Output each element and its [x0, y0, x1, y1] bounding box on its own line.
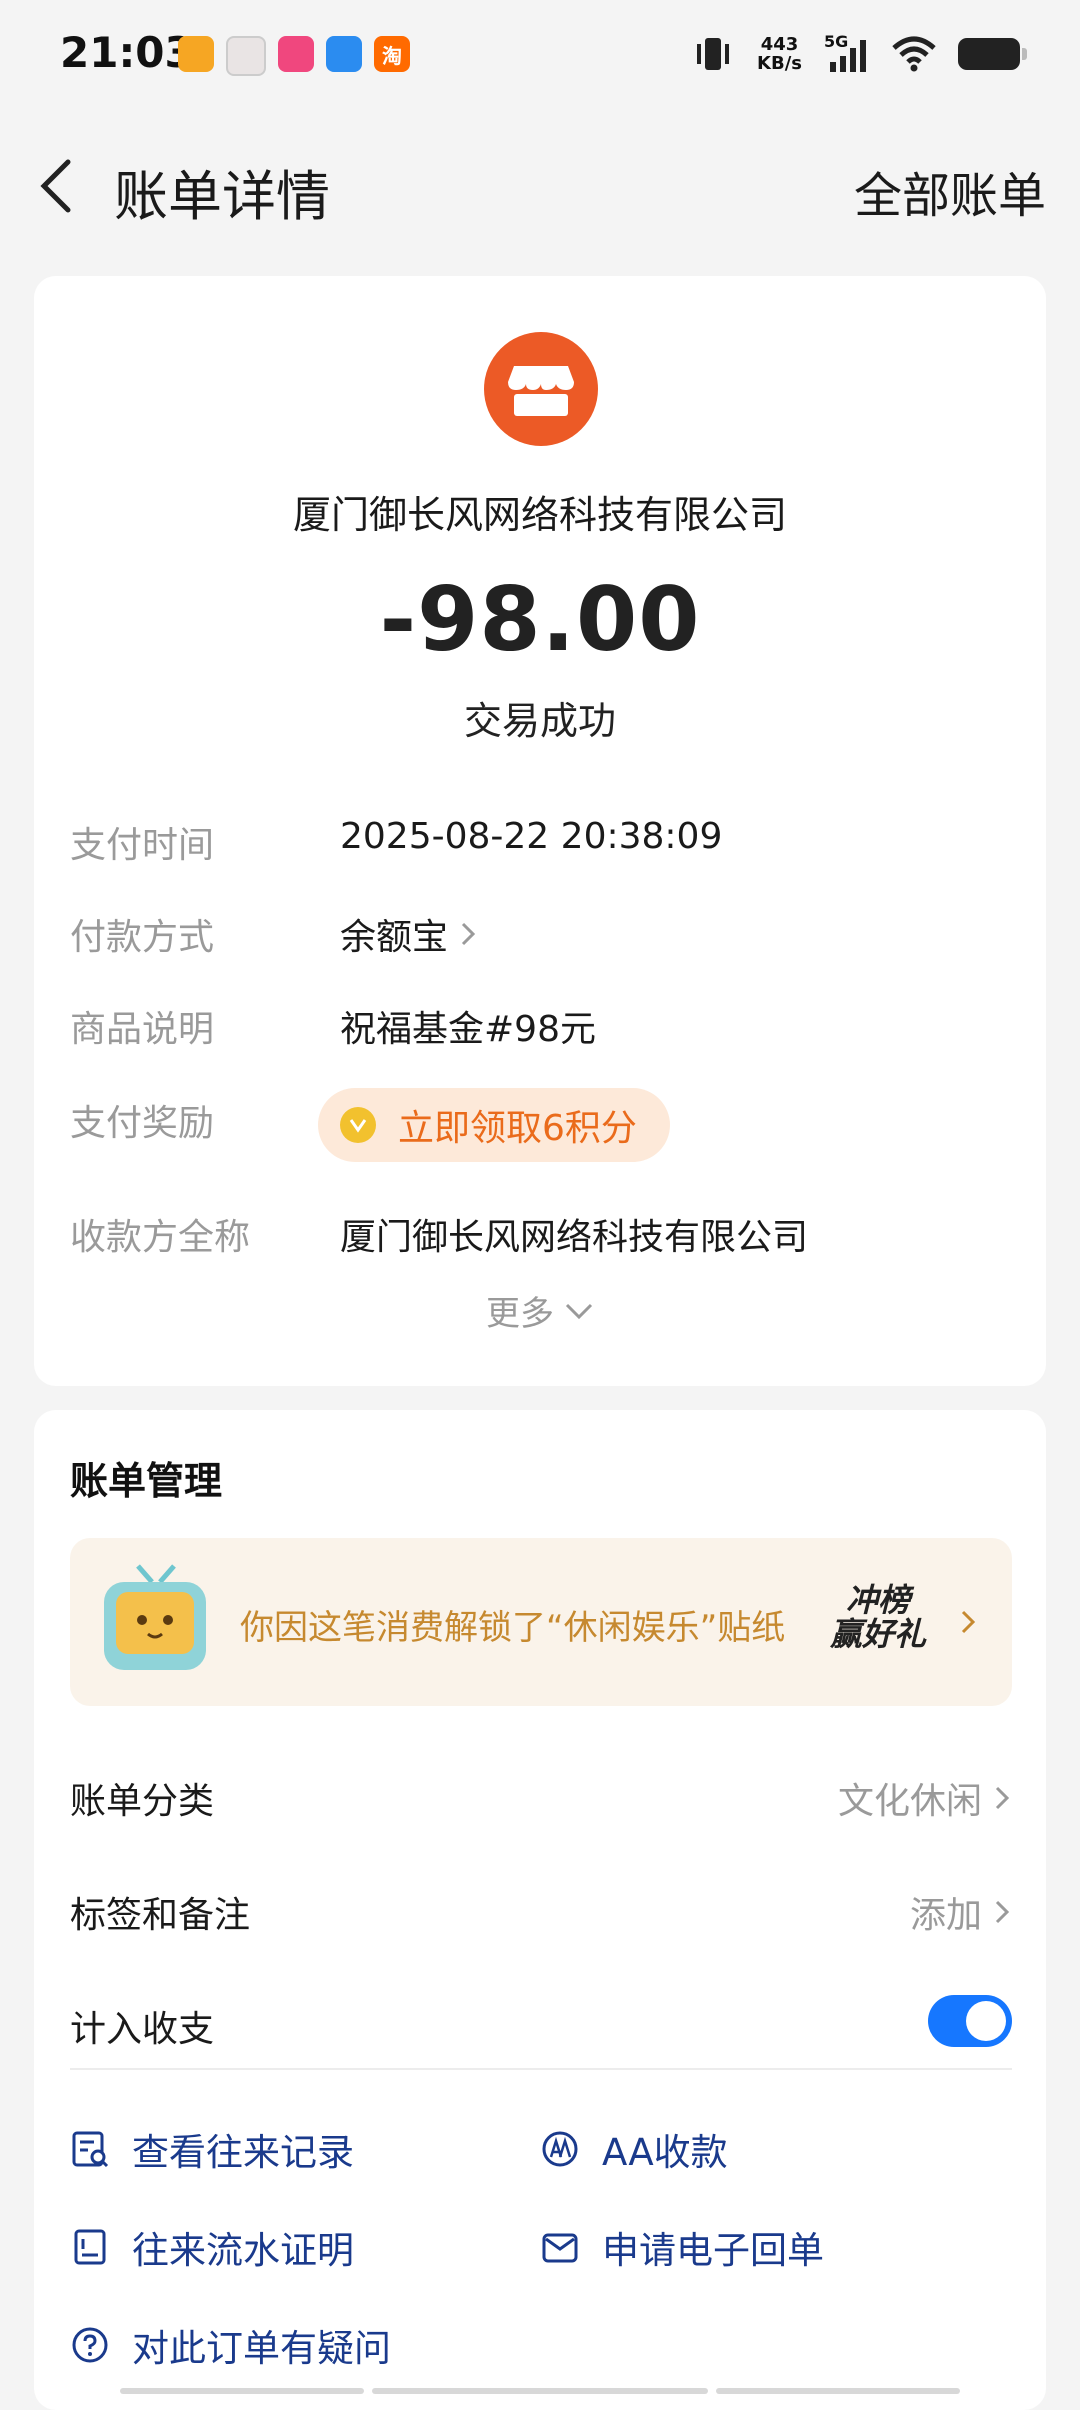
- rank-promo-badge: 冲榜 赢好礼: [830, 1583, 926, 1651]
- status-time: 21:03: [60, 28, 194, 77]
- category-value: 文化休闲: [837, 1781, 982, 1822]
- pay-method-link[interactable]: 余额宝: [340, 908, 478, 960]
- indicator-bar: [716, 2388, 960, 2394]
- aa-collect-label: AA收款: [602, 2131, 728, 2174]
- aa-icon: [542, 2131, 578, 2167]
- aa-collect-button[interactable]: AA收款: [540, 2122, 728, 2176]
- tags-notes-link[interactable]: 添加: [910, 1886, 1012, 1938]
- signal-5g-icon: 5G: [824, 32, 870, 74]
- shop-icon: [508, 366, 574, 416]
- tags-notes-label: 标签和备注: [70, 1895, 251, 1936]
- e-receipt-label: 申请电子回单: [602, 2229, 824, 2272]
- question-circle-icon: [72, 2327, 108, 2363]
- vibrate-icon: [697, 38, 730, 70]
- sticker-unlock-text: 你因这笔消费解锁了“休闲娱乐”贴纸: [240, 1608, 786, 1648]
- include-income-toggle[interactable]: [928, 1995, 1012, 2047]
- wifi-icon: [892, 36, 936, 72]
- transaction-proof-button[interactable]: 往来流水证明: [70, 2220, 354, 2274]
- points-coin-icon: [340, 1107, 376, 1143]
- app-icon-2: [226, 36, 266, 76]
- category-link[interactable]: 文化休闲: [838, 1772, 1012, 1824]
- pay-method-value: 余额宝: [340, 917, 449, 958]
- item-desc-value: 祝福基金#98元: [340, 1009, 596, 1050]
- e-receipt-button[interactable]: 申请电子回单: [540, 2220, 824, 2274]
- scroll-tab-indicator: [120, 2388, 960, 2394]
- order-question-label: 对此订单有疑问: [132, 2327, 391, 2370]
- more-label: 更多: [486, 1294, 554, 1334]
- tv-mascot-icon: [98, 1562, 212, 1680]
- pay-reward-label: 支付奖励: [70, 1103, 215, 1144]
- payee-name-label: 收款方全称: [70, 1217, 251, 1258]
- claim-points-button[interactable]: 立即领取6积分: [318, 1088, 670, 1162]
- back-button[interactable]: [36, 156, 76, 216]
- chevron-left-icon: [40, 159, 71, 213]
- app-icon-3: [278, 36, 314, 72]
- mail-icon: [542, 2233, 578, 2263]
- transaction-status: 交易成功: [463, 699, 616, 743]
- records-search-icon: [72, 2131, 109, 2168]
- transaction-proof-label: 往来流水证明: [132, 2229, 354, 2272]
- chevron-right-icon: [461, 922, 476, 946]
- app-icon-1: [178, 36, 214, 72]
- net-speed: 443 KB/s: [757, 35, 802, 73]
- category-label: 账单分类: [70, 1781, 215, 1822]
- app-icon-4: [326, 36, 362, 72]
- promo-badge-line1: 冲榜: [846, 1581, 911, 1619]
- battery-icon: [958, 38, 1027, 70]
- chevron-right-icon: [961, 1610, 976, 1634]
- indicator-bar: [372, 2388, 708, 2394]
- order-question-button[interactable]: 对此订单有疑问: [70, 2318, 391, 2372]
- merchant-name: 厦门御长风网络科技有限公司: [292, 493, 787, 537]
- all-bills-link[interactable]: 全部账单: [854, 156, 1046, 226]
- chevron-down-icon: [565, 1303, 593, 1319]
- taobao-icon: 淘: [374, 36, 410, 72]
- merchant-logo: [484, 332, 598, 446]
- payee-name-value: 厦门御长风网络科技有限公司: [340, 1217, 809, 1258]
- page-title: 账单详情: [114, 165, 330, 228]
- more-button[interactable]: 更多: [0, 1286, 1080, 1335]
- transaction-amount: -98.00: [379, 568, 701, 671]
- view-history-label: 查看往来记录: [132, 2131, 354, 2174]
- pay-method-label: 付款方式: [70, 917, 215, 958]
- status-indicators: 443 KB/s 5G: [691, 32, 1027, 74]
- divider: [70, 2068, 1012, 2070]
- indicator-bar: [120, 2388, 364, 2394]
- toggle-knob: [966, 2001, 1006, 2041]
- pay-time-label: 支付时间: [70, 825, 215, 866]
- document-icon: [74, 2229, 106, 2265]
- claim-points-label: 立即领取6积分: [398, 1108, 637, 1149]
- include-income-label: 计入收支: [70, 2009, 215, 2050]
- net-speed-value: 443: [760, 34, 799, 55]
- notification-app-icons: 淘: [178, 36, 410, 76]
- net-speed-unit: KB/s: [757, 53, 802, 74]
- item-desc-label: 商品说明: [70, 1009, 215, 1050]
- pay-time-value: 2025-08-22 20:38:09: [340, 816, 723, 857]
- view-history-button[interactable]: 查看往来记录: [70, 2122, 354, 2176]
- chevron-right-icon: [995, 1900, 1010, 1924]
- promo-badge-line2: 赢好礼: [830, 1615, 927, 1653]
- tags-notes-value: 添加: [909, 1895, 982, 1936]
- chevron-right-icon: [995, 1786, 1010, 1810]
- section-title: 账单管理: [70, 1459, 223, 1503]
